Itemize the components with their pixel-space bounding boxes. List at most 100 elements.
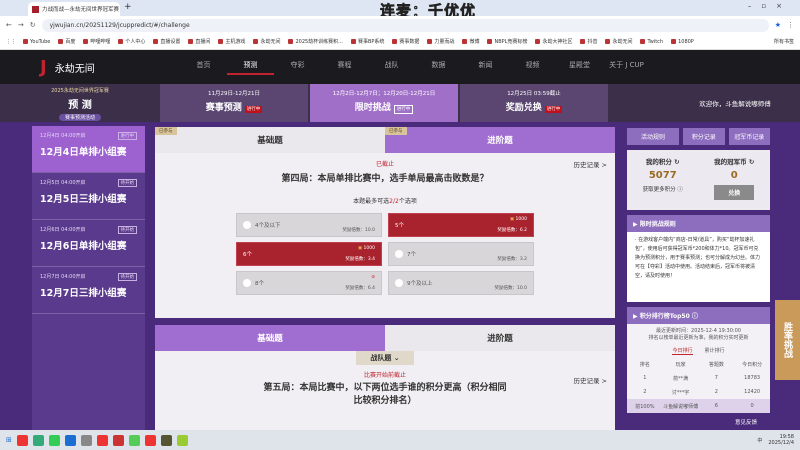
points-log-button[interactable]: 积分记录 [683, 128, 725, 145]
bookmark-item[interactable]: 微博 [462, 38, 479, 45]
exchange-button[interactable]: 兑换 [714, 185, 755, 200]
bookmark-item[interactable]: 个人中心 [118, 38, 145, 45]
bookmark-item[interactable]: 直播间 [188, 38, 210, 45]
bookmark-item[interactable]: 主机游戏 [218, 38, 245, 45]
sidebar-match-item[interactable]: 12月4日 04:00开启 进行中 12月4日单排小组赛 [32, 126, 145, 173]
taskbar-app-icon[interactable] [32, 434, 44, 446]
question-card-2: 基础题 进阶题 战队题 ⌄ 比赛开始前截止 历史记录 > 第五局：本局比赛中，以… [155, 325, 615, 430]
nav-item[interactable]: 预测 [227, 60, 274, 75]
feedback-button[interactable]: 意见反馈 [735, 418, 757, 426]
taskbar-app-icon[interactable] [48, 434, 60, 446]
bookmark-item[interactable]: NBPL竞赛标榜 [487, 38, 527, 45]
bookmark-label: 直播设置 [160, 39, 181, 45]
bookmark-item[interactable]: 1080P [671, 38, 694, 45]
nav-item[interactable]: 夺彩 [274, 60, 321, 75]
sidebar-match-item[interactable]: 12月6日 04:00开启 待开始 12月6日单排小组赛 [32, 220, 145, 267]
tab-today-rank[interactable]: 今日排行 [672, 347, 693, 355]
taskbar-app-icon[interactable] [80, 434, 92, 446]
taskbar-app-icon[interactable] [144, 434, 156, 446]
taskbar-app-icon[interactable] [64, 434, 76, 446]
option-5[interactable]: 9个及以上 奖励倍数：10.0 [388, 271, 534, 295]
taskbar-app-icon[interactable] [96, 434, 108, 446]
browser-tab[interactable]: 力战而战—永劫无间世界冠军赛× [28, 2, 120, 16]
bookmark-item[interactable]: 赛事BP系统 [350, 38, 384, 45]
taskbar-app-icon[interactable] [160, 434, 172, 446]
banner-item[interactable]: 12月2日-12月7日；12月20日-12月21日 限时挑战 进行中 [310, 84, 460, 122]
sidebar-match-item[interactable]: 12月7日 04:00开启 待开始 12月7日三排小组赛 [32, 267, 145, 314]
more-points-link[interactable]: 获取更多积分 ⓘ [627, 185, 699, 193]
url-input[interactable]: yjwujian.cn/20251129/jcuppredict/#/chall… [41, 18, 769, 32]
bookmark-item[interactable]: 赛事数据 [392, 38, 419, 45]
new-tab-button[interactable]: + [124, 2, 132, 12]
nav-item[interactable]: 新闻 [462, 60, 509, 75]
bookmark-item[interactable]: 抖音 [580, 38, 597, 45]
tab-total-rank[interactable]: 累计排行 [705, 347, 725, 355]
bookmark-label: 个人中心 [125, 39, 146, 45]
reload-icon[interactable]: ↻ [30, 21, 36, 29]
bookmark-item[interactable]: YouTube [23, 38, 50, 45]
nav-item[interactable]: 战队 [368, 60, 415, 75]
bookmark-item[interactable]: 永劫无间 [605, 38, 632, 45]
all-bookmarks[interactable]: 所有书签 [774, 38, 794, 45]
window-controls[interactable]: –▫× [748, 2, 792, 10]
points-box: 我的积分 ↻ 5077 获取更多积分 ⓘ 我的冠军币 ↻ 0 兑换 [627, 150, 770, 210]
option-3[interactable]: 7个 奖励倍数：3.2 [388, 242, 534, 266]
win-rate-challenge-badge[interactable]: 胜率挑战 [775, 300, 800, 380]
option-4[interactable]: 8个 ⊘ 奖励倍数：6.4 [236, 271, 382, 295]
bookmark-item[interactable]: 力量而战 [427, 38, 454, 45]
ime-indicator[interactable]: 中 [757, 437, 762, 444]
tab-advanced[interactable]: 已参与 进阶题 [385, 127, 615, 153]
option-1[interactable]: 5个 ▣ 1000 奖励倍数：6.2 [388, 213, 534, 237]
banner-item[interactable]: 12月25日 03:59截止 奖励兑换 进行中 [460, 84, 610, 122]
history-link[interactable]: 历史记录 > [573, 375, 607, 385]
rank-col-header: 玩家 [675, 361, 686, 368]
option-0[interactable]: 4个及以下 奖励倍数：10.0 [236, 213, 382, 237]
menu-icon[interactable]: ⋮ [787, 21, 794, 29]
match-name: 12月6日单排小组赛 [40, 241, 127, 252]
site-logo[interactable]: J 永劫无间 [0, 57, 180, 78]
nav-item[interactable]: 赛程 [321, 60, 368, 75]
tab-basic[interactable]: 基础题 [155, 325, 385, 351]
bookmark-item[interactable]: 永劫无间 [253, 38, 280, 45]
option-2[interactable]: 6个 ▣ 1000 奖励倍数：3.4 [236, 242, 382, 266]
option-label: 7个 [407, 252, 416, 258]
predict-header: 2025永劫无间世界冠军赛 预 测 赛事预测活动 [51, 88, 109, 121]
bookmark-item[interactable]: 哔哩哔哩 [83, 38, 110, 45]
nav-item[interactable]: 视频 [509, 60, 556, 75]
back-icon[interactable]: ← [6, 21, 12, 29]
bookmark-label: 力量而战 [434, 39, 455, 45]
tab-advanced[interactable]: 进阶题 [385, 325, 615, 351]
coins-log-button[interactable]: 冠军币记录 [728, 128, 770, 145]
bookmark-item[interactable]: 永劫大神社区 [535, 38, 572, 45]
history-link[interactable]: 历史记录 > [573, 159, 607, 169]
taskbar-app-icon[interactable] [128, 434, 140, 446]
taskbar-app-icon[interactable] [112, 434, 124, 446]
rules-text: · 在游戏客户端内“商店-日常/道具”，购买“劫杯加速礼包”，使用后可获得冠军币… [627, 232, 770, 302]
banner-item[interactable]: 11月29日-12月21日 赛事预测 进行中 [160, 84, 310, 122]
banner-date: 11月29日-12月21日 [208, 91, 260, 97]
bookmark-item[interactable]: 直播设置 [153, 38, 180, 45]
bookmark-item[interactable]: 百度 [58, 38, 75, 45]
windows-start-icon[interactable]: ⊞ [6, 436, 12, 444]
sidebar-match-item[interactable]: 12月5日 04:00开启 待开始 12月5日三排小组赛 [32, 173, 145, 220]
rules-button[interactable]: 活动规则 [627, 128, 679, 145]
question-card-1: 已参与 基础题 已参与 进阶题 已截止 历史记录 > 第四局：本局单排比赛中，选手单… [155, 127, 615, 318]
refresh-icon[interactable]: ↻ [674, 158, 679, 166]
nav-item[interactable]: 关于 J CUP [603, 60, 650, 75]
taskbar-app-icon[interactable] [16, 434, 28, 446]
bookmark-item[interactable]: 2025劫杯训练赛积... [288, 38, 343, 45]
bookmark-item[interactable]: Twitch [640, 38, 663, 45]
bookmark-label: NBPL竞赛标榜 [494, 39, 528, 45]
banner-title-text: 赛事预测 [205, 103, 242, 113]
tab-basic[interactable]: 已参与 基础题 [155, 127, 385, 153]
apps-icon[interactable]: ⋮⋮ [6, 39, 16, 45]
nav-item[interactable]: 数据 [415, 60, 462, 75]
bookmark-star-icon[interactable]: ★ [775, 21, 781, 29]
nav-item[interactable]: 首页 [180, 60, 227, 75]
forward-icon[interactable]: → [18, 21, 24, 29]
nav-item[interactable]: 星殿堂 [556, 60, 603, 75]
status-badge: 进行中 [393, 105, 414, 114]
refresh-icon[interactable]: ↻ [749, 158, 754, 166]
question-type-dropdown[interactable]: 战队题 ⌄ [356, 351, 414, 365]
taskbar-app-icon[interactable] [176, 434, 188, 446]
